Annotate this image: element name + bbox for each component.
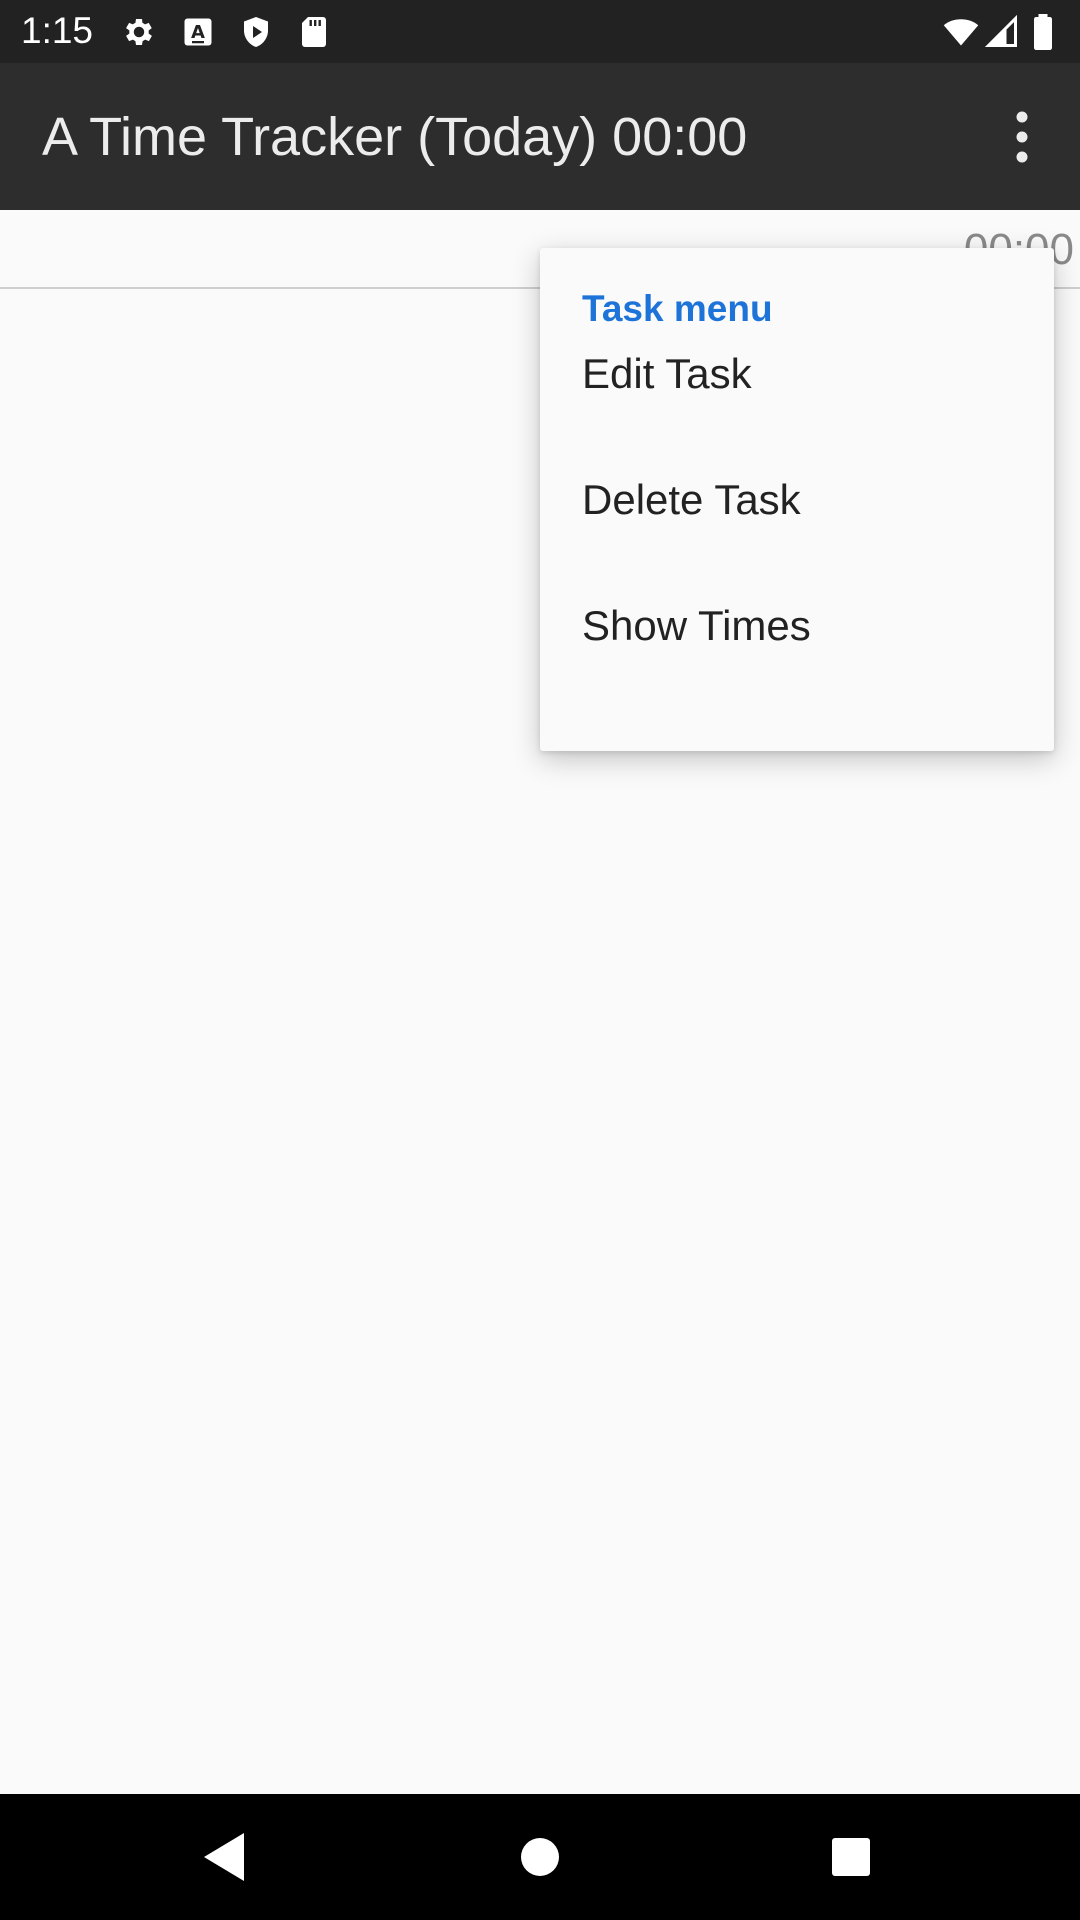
cell-signal-icon bbox=[984, 14, 1020, 50]
app-bar: A Time Tracker (Today) 00:00 bbox=[0, 63, 1080, 210]
menu-item-delete-task[interactable]: Delete Task bbox=[540, 437, 1054, 563]
home-icon[interactable] bbox=[510, 1827, 570, 1887]
screen: 1:15 A A Time Tracker (Today) 00:00 Task… bbox=[0, 0, 1080, 1920]
shield-play-icon bbox=[238, 14, 274, 50]
more-vert-icon[interactable] bbox=[992, 103, 1052, 171]
svg-text:A: A bbox=[191, 22, 205, 43]
gear-icon bbox=[121, 14, 157, 50]
menu-item-edit-task[interactable]: Edit Task bbox=[540, 311, 1054, 437]
font-a-icon: A bbox=[180, 14, 216, 50]
battery-icon bbox=[1030, 14, 1056, 50]
nav-bar bbox=[0, 1794, 1080, 1920]
status-time: 1:15 bbox=[21, 10, 94, 51]
wifi-icon bbox=[943, 14, 979, 50]
recents-icon[interactable] bbox=[821, 1827, 881, 1887]
status-bar: 1:15 A bbox=[0, 0, 1080, 63]
menu-item-label: Edit Task bbox=[582, 350, 752, 397]
menu-item-label: Delete Task bbox=[582, 476, 801, 523]
sd-card-icon bbox=[296, 14, 332, 50]
menu-item-label: Show Times bbox=[582, 602, 811, 649]
task-context-menu: Task menu Edit Task Delete Task Show Tim… bbox=[540, 248, 1054, 751]
menu-item-show-times[interactable]: Show Times bbox=[540, 563, 1054, 689]
back-icon[interactable] bbox=[196, 1827, 256, 1887]
app-title: A Time Tracker (Today) 00:00 bbox=[42, 107, 748, 167]
